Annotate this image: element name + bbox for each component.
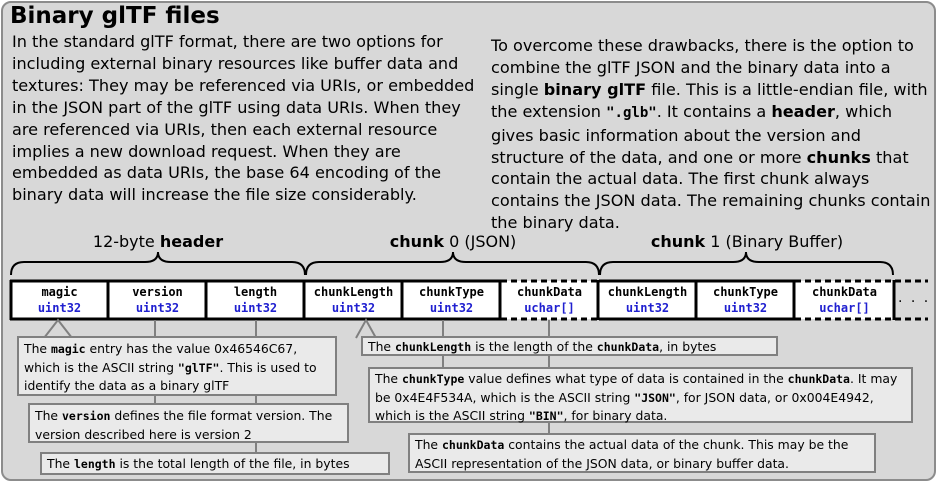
text-run: The: [47, 456, 74, 471]
code-term: chunkData: [441, 438, 505, 452]
text-run: is the length of the: [471, 339, 597, 354]
text-run: , in bytes: [659, 339, 717, 354]
brace-chunk1: [599, 251, 894, 276]
code-term: "BIN": [528, 409, 564, 423]
callout-magic: The magic entry has the value 0x46546C67…: [17, 336, 337, 396]
glb-diagram: Binary glTF files In the standard glTF f…: [0, 0, 937, 482]
brace-header: [10, 251, 306, 276]
callout-version: The version defines the file format vers…: [28, 403, 349, 443]
code-term: chunkType: [401, 372, 465, 386]
text-run: The: [415, 437, 442, 452]
code-term: magic: [50, 342, 86, 356]
code-term: version: [61, 409, 111, 423]
text-run: is the total length of the file, in byte…: [115, 456, 350, 471]
text-run: The: [35, 408, 62, 423]
code-term: chunkData: [596, 340, 660, 354]
brace-chunk0: [305, 251, 600, 276]
code-term: chunkData: [787, 372, 850, 386]
callout-length: The length is the total length of the fi…: [40, 452, 390, 475]
text-run: , for binary data.: [563, 408, 668, 423]
text-run: The: [375, 371, 402, 386]
callout-chunklength: The chunkLength is the length of the chu…: [361, 336, 778, 356]
callout-chunktype: The chunkType value defines what type of…: [368, 367, 913, 423]
code-term: length: [73, 457, 116, 471]
text-run: The: [24, 341, 51, 356]
field-borders: [9, 279, 928, 321]
more-chunks-ellipsis: . . .: [898, 290, 931, 306]
callout-chunkdata: The chunkData contains the actual data o…: [408, 433, 876, 473]
code-term: "glTF": [177, 360, 220, 375]
group-braces: [10, 251, 894, 276]
text-run: The: [368, 339, 395, 354]
code-term: chunkLength: [394, 340, 472, 354]
text-run: value defines what type of data is conta…: [464, 371, 788, 386]
code-term: "JSON": [634, 390, 676, 405]
